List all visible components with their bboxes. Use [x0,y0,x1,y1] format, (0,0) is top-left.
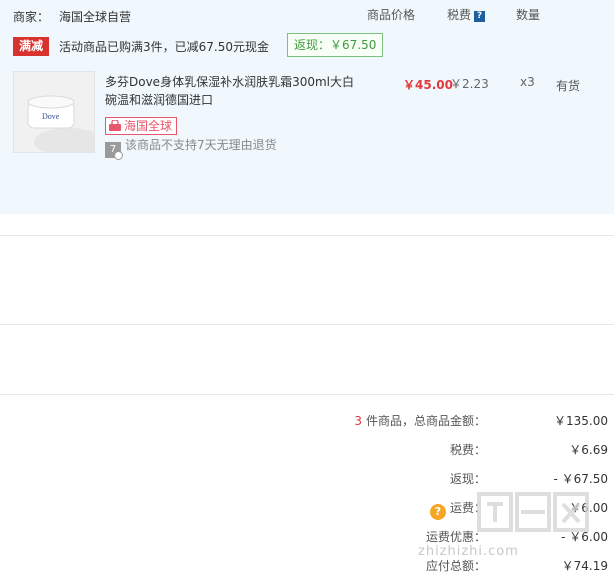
product-price: ￥45.00 [403,78,453,92]
global-badge: 海国全球 [105,117,178,136]
summary-tax-value: ￥6.69 [569,443,608,457]
section-divider [0,394,614,395]
question-circle-icon[interactable]: ? [429,504,446,520]
product-thumbnail[interactable]: Dove [13,71,95,153]
promo-text: 活动商品已购满3件，已减67.50元现金 [59,40,269,54]
promo-tag: 满减 [13,37,50,56]
summary-tax-label: 税费： [449,443,486,457]
section-divider [0,235,614,236]
return-policy-note: 7 该商品不支持7天无理由退货 [105,136,277,160]
watermark-text: zhizhizhi.com [418,544,519,559]
column-header-price: 商品价格 [367,8,416,22]
summary-rebate-label: 返现： [449,472,486,486]
section-divider [0,324,614,325]
stock-status: 有货 [556,79,581,93]
summary-items-value: ￥135.00 [554,414,608,428]
watermark-logo [477,492,589,532]
column-header-tax: 税费? [447,6,486,23]
rebate-badge: 返现：￥67.50 [287,33,384,57]
return-policy-text: 该商品不支持7天无理由退货 [125,138,277,152]
global-badge-label: 海国全球 [124,119,173,133]
merchant-info: 商家： 海国全球自营 [13,8,131,25]
column-header-qty: 数量 [516,8,541,22]
order-panel: 商家： 海国全球自营 商品价格 税费? 数量 满减 活动商品已购满3件，已减67.… [0,0,614,214]
column-header-tax-label: 税费 [447,8,472,22]
summary-item-count: 3 [354,414,362,428]
help-square-icon[interactable]: ? [474,11,486,22]
summary-total-value: ￥74.19 [561,559,608,573]
shopping-bag-icon [108,119,122,136]
summary-rebate-value: - ￥67.50 [553,472,609,486]
summary-total-label: 应付总额： [425,559,486,573]
no-return-icon: 7 [105,142,123,160]
product-title[interactable]: 多芬Dove身体乳保湿补水润肤乳霜300ml大白碗温和滋润德国进口 [105,73,355,109]
cream-jar-icon: Dove [14,72,94,152]
summary-items-label: 3 件商品，总商品金额： [354,414,486,428]
svg-text:Dove: Dove [42,112,60,121]
merchant-name[interactable]: 海国全球自营 [59,10,131,24]
merchant-label: 商家： [13,10,50,24]
product-tax: ￥2.23 [450,77,489,91]
product-quantity: x3 [520,75,535,89]
